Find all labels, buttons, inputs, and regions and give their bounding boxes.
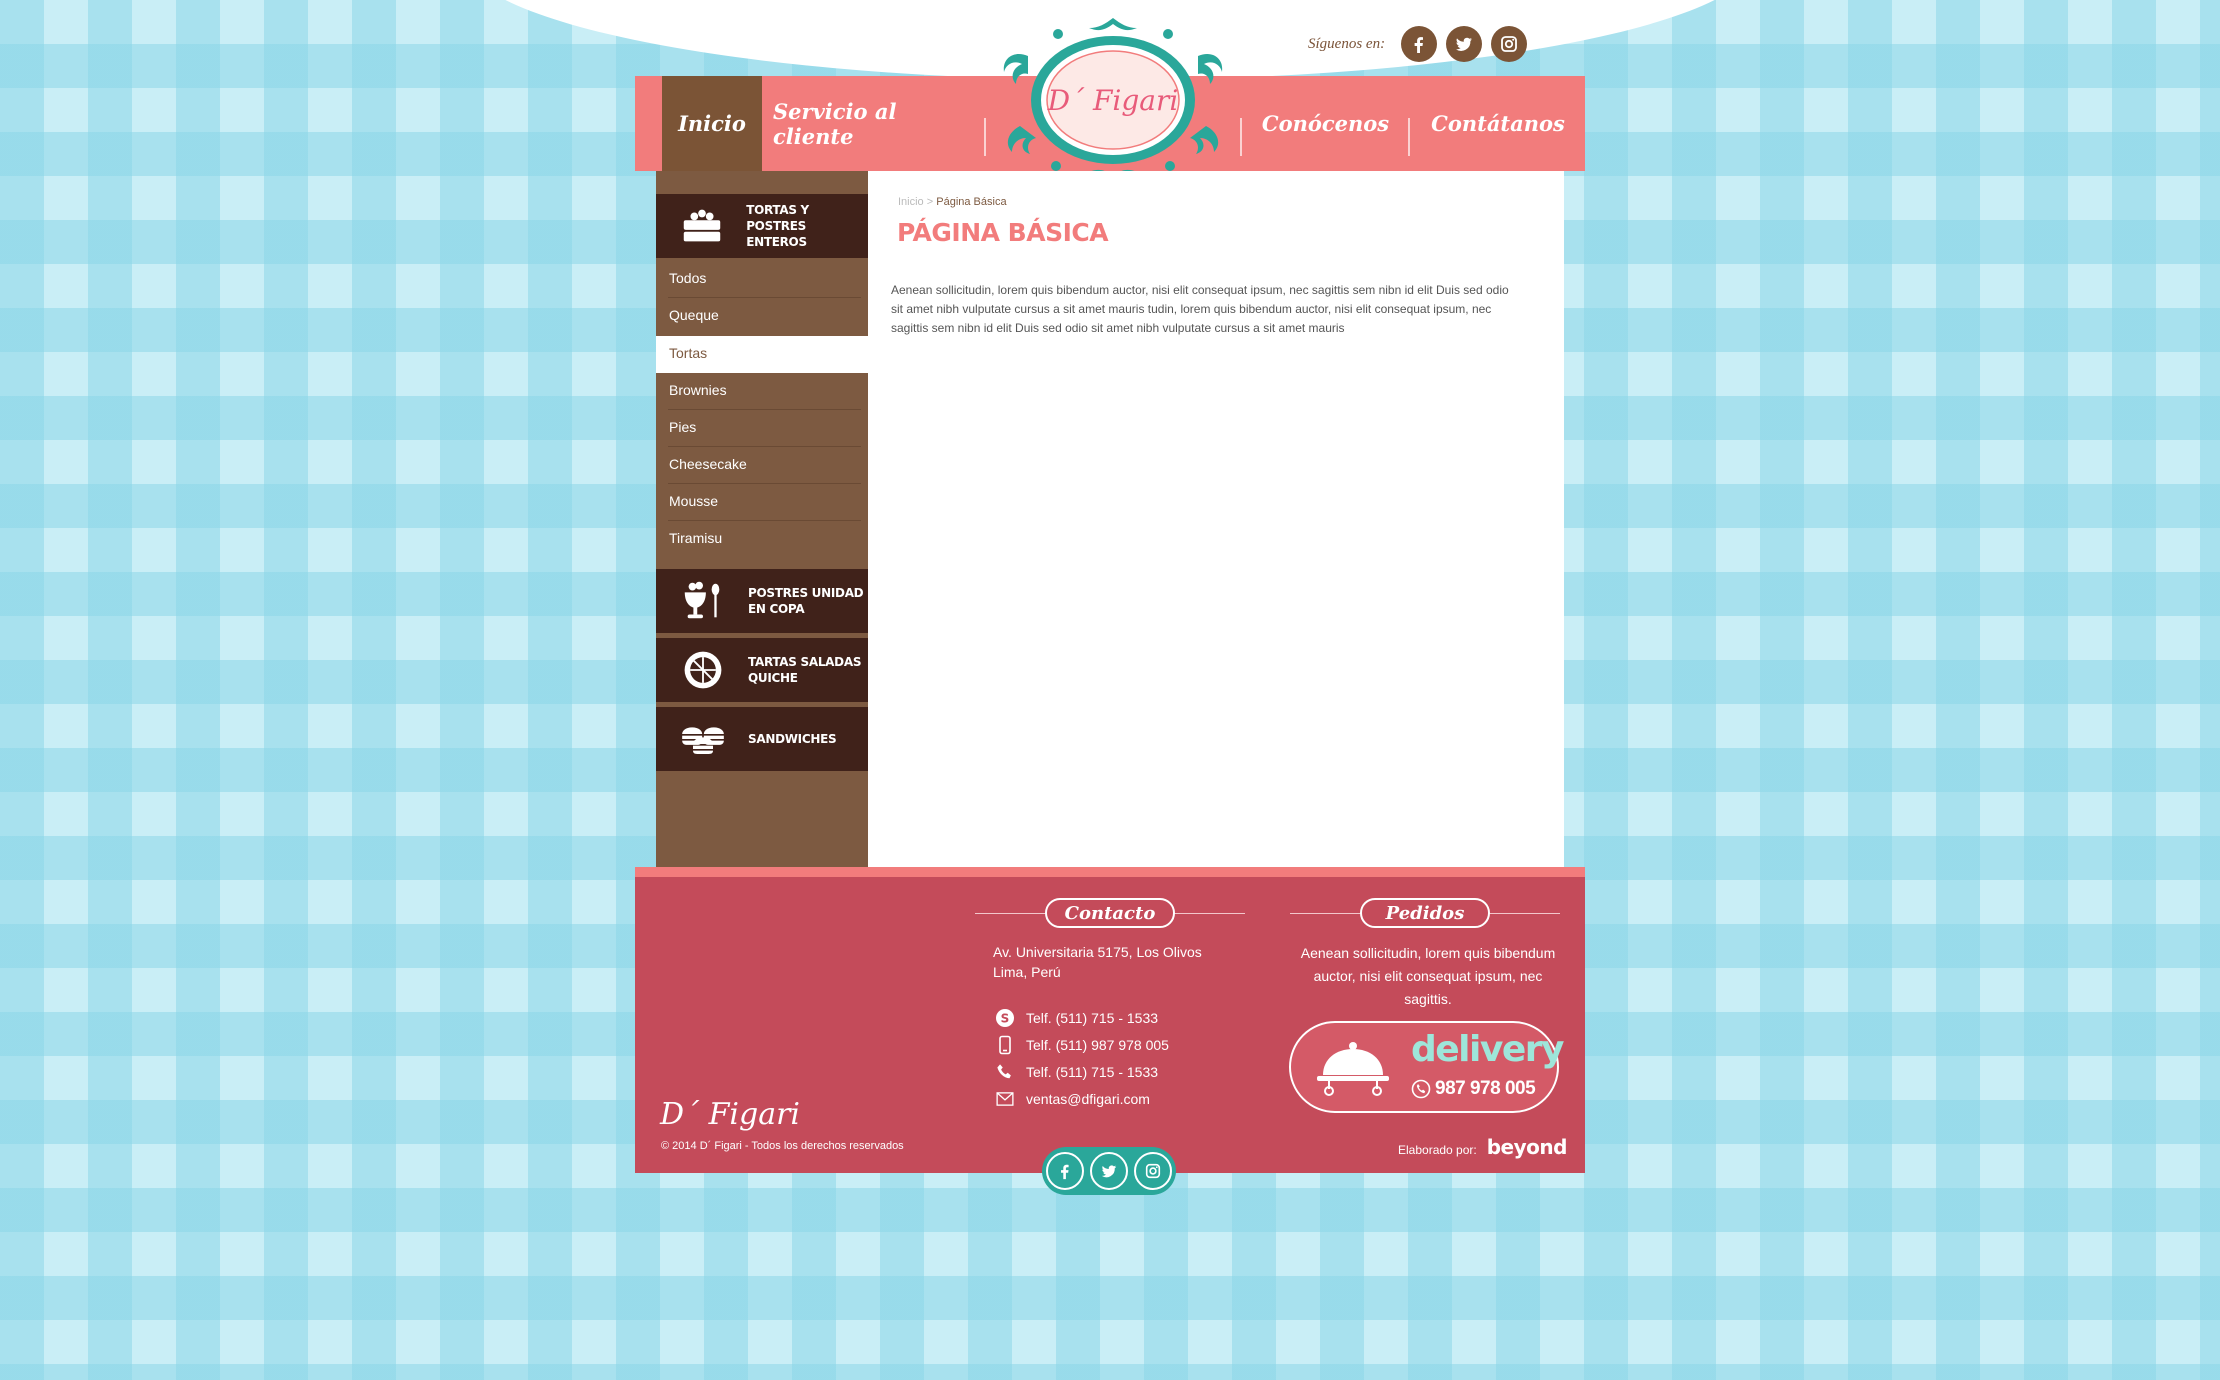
category-label: EN COPA bbox=[748, 602, 805, 616]
orders-text: Aenean sollicitudin, lorem quis bibendum… bbox=[1300, 945, 1556, 1007]
twitter-icon[interactable] bbox=[1090, 1152, 1128, 1190]
contact-text: Telf. (511) 987 978 005 bbox=[1026, 1037, 1169, 1053]
sidebar-item-label: Tiramisu bbox=[669, 530, 723, 546]
mobile-phone-icon bbox=[994, 1035, 1016, 1055]
contact-skype: S Telf. (511) 715 - 1533 bbox=[994, 1008, 1158, 1028]
nav-separator bbox=[984, 118, 986, 156]
category-postres-unidad[interactable]: POSTRES UNIDAD EN COPA bbox=[656, 569, 868, 633]
breadcrumb-home-link[interactable]: Inicio bbox=[898, 196, 924, 208]
sidebar-item-brownies[interactable]: Brownies bbox=[656, 373, 868, 410]
contact-phone: Telf. (511) 715 - 1533 bbox=[994, 1062, 1158, 1082]
copyright: © 2014 D´ Figari - Todos los derechos re… bbox=[661, 1140, 904, 1152]
category-label: TORTAS Y POSTRES bbox=[746, 203, 809, 233]
category-label: SANDWICHES bbox=[748, 732, 837, 746]
delivery-badge[interactable]: delivery 987 978 005 bbox=[1289, 1021, 1564, 1113]
category-label: TARTAS SALADAS bbox=[748, 655, 862, 669]
footer-logo: D´ Figari bbox=[660, 1097, 801, 1132]
address-line: Av. Universitaria 5175, Los Olivos bbox=[993, 944, 1202, 960]
orders-heading-label: Pedidos bbox=[1360, 898, 1490, 928]
sidebar-item-tiramisu[interactable]: Tiramisu bbox=[656, 521, 868, 558]
cup-dessert-icon bbox=[678, 576, 728, 626]
contact-text: Telf. (511) 715 - 1533 bbox=[1026, 1064, 1159, 1080]
sandwich-icon bbox=[678, 714, 728, 764]
sidebar-item-label: Tortas bbox=[669, 345, 708, 361]
sidebar-item-todos[interactable]: Todos bbox=[656, 261, 868, 298]
nav-separator bbox=[1240, 118, 1242, 156]
sidebar-item-pies[interactable]: Pies bbox=[656, 410, 868, 447]
contact-heading-label: Contacto bbox=[1045, 898, 1175, 928]
made-by: Elaborado por: beyond bbox=[1398, 1135, 1567, 1159]
category-label: QUICHE bbox=[748, 671, 798, 685]
contact-heading: Contacto bbox=[975, 898, 1245, 930]
delivery-word: delivery bbox=[1411, 1029, 1564, 1070]
page-body-text: Aenean sollicitudin, lorem quis bibendum… bbox=[891, 283, 1509, 335]
sidebar-item-label: Cheesecake bbox=[669, 456, 747, 472]
sidebar-item-label: Brownies bbox=[669, 382, 727, 398]
contact-mobile: Telf. (511) 987 978 005 bbox=[994, 1035, 1169, 1055]
contact-text: ventas@dfigari.com bbox=[1026, 1091, 1150, 1107]
category-tortas-y-postres[interactable]: TORTAS Y POSTRES ENTEROS bbox=[656, 194, 868, 258]
phone-icon bbox=[994, 1062, 1016, 1082]
mail-icon bbox=[994, 1089, 1016, 1109]
sidebar-item-tortas[interactable]: Tortas bbox=[656, 336, 868, 373]
page-title: PÁGINA BÁSICA bbox=[897, 218, 1109, 247]
nav-item-inicio[interactable]: Inicio bbox=[662, 76, 762, 175]
sidebar-item-label: Todos bbox=[669, 270, 707, 286]
cake-icon bbox=[678, 201, 726, 251]
delivery-number-text: 987 978 005 bbox=[1435, 1078, 1536, 1099]
cloche-icon bbox=[1317, 1042, 1389, 1096]
made-by-label: Elaborado por: bbox=[1398, 1143, 1477, 1157]
facebook-icon[interactable] bbox=[1046, 1152, 1084, 1190]
delivery-number: 987 978 005 bbox=[1411, 1078, 1536, 1100]
contact-email[interactable]: ventas@dfigari.com bbox=[994, 1089, 1150, 1109]
sidebar-item-label: Pies bbox=[669, 419, 697, 435]
instagram-icon[interactable] bbox=[1491, 26, 1528, 62]
category-sandwiches[interactable]: SANDWICHES bbox=[656, 707, 868, 771]
sidebar-item-cheesecake[interactable]: Cheesecake bbox=[656, 447, 868, 484]
orders-heading: Pedidos bbox=[1290, 898, 1560, 930]
contact-text: Telf. (511) 715 - 1533 bbox=[1026, 1010, 1159, 1026]
sidebar-item-label: Queque bbox=[669, 307, 719, 323]
sidebar-item-queque[interactable]: Queque bbox=[656, 298, 868, 335]
beyond-logo[interactable]: beyond bbox=[1487, 1135, 1568, 1159]
nav-item-conocenos[interactable]: Conócenos bbox=[1243, 76, 1408, 171]
category-label: POSTRES UNIDAD bbox=[748, 586, 864, 600]
breadcrumb-separator: > bbox=[926, 196, 934, 208]
nav-separator bbox=[1408, 118, 1410, 156]
category-label: ENTEROS bbox=[746, 235, 807, 249]
skype-icon: S bbox=[994, 1008, 1016, 1028]
breadcrumb: Inicio > Página Básica bbox=[898, 196, 1007, 208]
address-line: Lima, Perú bbox=[993, 964, 1061, 980]
breadcrumb-current: Página Básica bbox=[936, 196, 1007, 208]
instagram-icon[interactable] bbox=[1134, 1152, 1172, 1190]
svg-text:S: S bbox=[1001, 1012, 1010, 1026]
nav-item-servicio-al-cliente[interactable]: Servicio al cliente bbox=[773, 76, 963, 171]
sidebar: TORTAS Y POSTRES ENTEROS Todos Queque Tor… bbox=[656, 171, 868, 867]
brand-logo[interactable]: D´ Figari bbox=[998, 16, 1228, 184]
nav-item-contatanos[interactable]: Contátanos bbox=[1411, 76, 1585, 171]
sidebar-item-label: Mousse bbox=[669, 493, 719, 509]
social-top: Síguenos en: bbox=[1308, 26, 1536, 62]
phone-icon bbox=[1411, 1079, 1431, 1099]
category-tartas-saladas[interactable]: TARTAS SALADAS QUICHE bbox=[656, 638, 868, 702]
tart-icon bbox=[678, 645, 728, 695]
facebook-icon[interactable] bbox=[1401, 26, 1438, 62]
social-label: Síguenos en: bbox=[1308, 35, 1386, 52]
logo-text: D´ Figari bbox=[1047, 84, 1179, 117]
twitter-icon[interactable] bbox=[1446, 26, 1483, 62]
social-bottom bbox=[1042, 1147, 1176, 1195]
sidebar-item-mousse[interactable]: Mousse bbox=[656, 484, 868, 521]
address: Av. Universitaria 5175, Los Olivos Lima,… bbox=[993, 942, 1263, 982]
